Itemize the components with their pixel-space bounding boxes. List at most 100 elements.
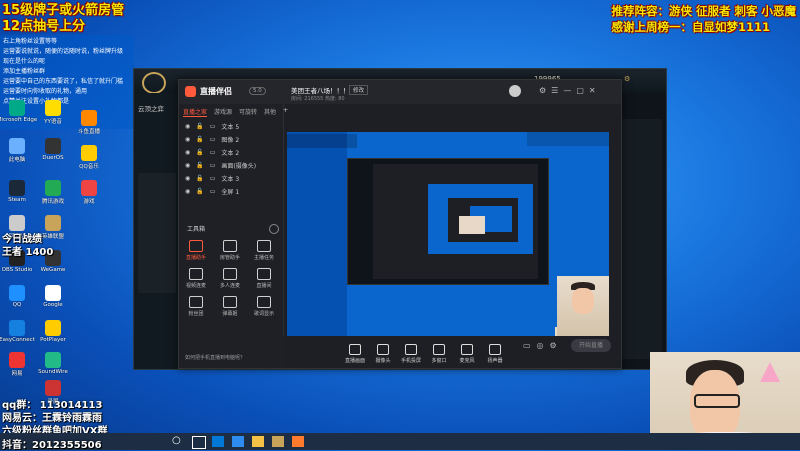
user-avatar[interactable] [509,85,521,97]
info-line: 现在是什么的呢 [3,58,46,65]
app-icon [45,215,61,231]
source-row[interactable]: ◉ 🔓 ▭ 文本 3 [185,174,239,183]
desktop-icon[interactable]: QQ [2,285,32,308]
source-row[interactable]: ◉ 🔓 ▭ 全屏 1 [185,187,239,196]
tool-item[interactable]: 直播间 [251,268,277,289]
app-icon [9,215,25,231]
task-view-icon[interactable] [192,436,206,449]
control-label: 扬声器 [487,358,503,364]
eye-icon[interactable]: ◉ [185,175,190,182]
desktop-icon[interactable]: YY语音 [38,100,68,125]
eye-icon[interactable]: ◉ [185,162,190,169]
desktop-icon-label: 此电脑 [8,157,26,163]
game-tab-tft[interactable]: 云顶之弈 [138,103,164,113]
desktop-icon[interactable]: 英雄联盟 [38,215,68,240]
desktop-icon[interactable]: SoundWire [38,352,68,375]
app-icon [45,380,61,396]
bottom-control[interactable]: 扬声器 [481,344,509,364]
game-sidebar: 云顶之弈 [134,93,182,369]
lock-icon[interactable]: 🔓 [196,188,203,195]
tool-item[interactable]: 视频连麦 [183,268,209,289]
desktop-icon[interactable]: Google [38,285,68,308]
tool-label: 歌词显示 [253,311,274,317]
bottom-control[interactable]: 摄像头 [369,344,397,364]
tab-other[interactable]: 其他 [264,107,276,117]
studio-taskbar-icon[interactable] [292,436,304,447]
desktop-icon[interactable]: 网易 [2,352,32,377]
desktop-icon-label: DuerOS [42,155,64,161]
tool-item[interactable]: 主播任务 [251,240,277,261]
tool-item[interactable]: 弹幕姬 [217,296,243,317]
eye-icon[interactable]: ◉ [185,149,190,156]
desktop-icon[interactable]: Microsoft Edge [0,100,37,123]
source-row[interactable]: ◉ 🔓 ▭ 文本 5 [185,122,239,131]
app-icon [45,352,61,368]
desktop-icon-label: SoundWire [38,369,68,375]
bottom-control[interactable]: 麦克风 [453,344,481,364]
desktop-icon-label: WeGame [40,267,66,273]
app-icon [45,180,61,196]
toolbox-settings-icon[interactable] [269,224,279,234]
source-row[interactable]: ◉ 🔓 ▭ 文本 2 [185,148,239,157]
lol-logo-icon [142,72,166,94]
start-live-button[interactable]: 开始直播 [571,339,611,352]
footer-tip[interactable]: 如何把手机直播到电脑呢？ [185,354,245,361]
source-row[interactable]: ◉ 🔓 ▭ 画面(摄像头) [185,161,256,170]
tool-item[interactable]: 多人连麦 [217,268,243,289]
lol-taskbar-icon[interactable] [272,436,284,447]
bottom-control[interactable]: 多窗口 [425,344,453,364]
bottom-extra-icons[interactable]: ▭◎⚙ [523,341,563,350]
eye-icon[interactable]: ◉ [185,136,190,143]
lock-icon[interactable]: 🔓 [196,175,203,182]
desktop-icon[interactable]: DuerOS [38,138,68,161]
app-icon [81,145,97,161]
desktop-icon[interactable]: 游戏 [74,180,104,205]
preview-top-right-text [527,132,609,146]
desktop-icon-label: EasyConnect [0,337,35,343]
streaming-studio-window[interactable]: 直播伴侣 5.0 美团王者八场！！！ 修改 房间: 216555 热度: 80 … [178,79,622,369]
search-icon[interactable]: ○ [172,435,181,446]
version-badge[interactable]: 5.0 [249,87,266,95]
preview-webcam-overlay [557,276,609,336]
store-icon[interactable] [232,436,244,447]
tool-item[interactable]: 房管助手 [217,240,243,261]
edge-icon[interactable] [212,436,224,447]
tool-label: 粉丝团 [188,311,204,317]
lock-icon[interactable]: 🔓 [196,162,203,169]
bottom-control[interactable]: 直播画面 [341,344,369,364]
desktop-icon[interactable]: 斗鱼直播 [74,110,104,135]
tool-item[interactable]: 直播助手 [183,240,209,261]
eye-icon[interactable]: ◉ [185,123,190,130]
lock-icon[interactable]: 🔓 [196,149,203,156]
source-type-icon: ▭ [209,136,216,143]
tool-icon [189,296,203,308]
tab-rotate[interactable]: 可旋转 [239,107,257,117]
bottom-control[interactable]: 手机投屏 [397,344,425,364]
desktop-icon[interactable]: 腾讯游戏 [38,180,68,205]
explorer-icon[interactable] [252,436,264,447]
desktop-icon-label: QQ [12,302,22,308]
desktop-icon[interactable]: EasyConnect [0,320,35,343]
app-icon [45,320,61,336]
add-scene-icon[interactable]: + [283,107,288,117]
eye-icon[interactable]: ◉ [185,188,190,195]
tool-icon [223,240,237,252]
lock-icon[interactable]: 🔓 [196,123,203,130]
source-row[interactable]: ◉ 🔓 ▭ 图像 2 [185,135,239,144]
tab-game-source[interactable]: 游戏源 [214,107,232,117]
control-icon [489,344,501,355]
tab-live-home[interactable]: 直播之家 [183,107,208,117]
desktop-icon[interactable]: QQ音乐 [74,145,104,170]
lock-icon[interactable]: 🔓 [196,136,203,143]
game-menu-icon[interactable]: ⚙ [624,75,630,83]
window-controls[interactable]: ⚙☰—▢✕ [539,86,601,95]
tool-item[interactable]: 歌词显示 [251,296,277,317]
desktop-icon[interactable]: 此电脑 [2,138,32,163]
tool-item[interactable]: 粉丝团 [183,296,209,317]
desktop-icon[interactable]: PotPlayer [38,320,68,343]
desktop-icon[interactable]: Steam [2,180,32,203]
control-label: 手机投屏 [400,358,421,364]
game-friend-list [622,119,662,359]
edit-title-button[interactable]: 修改 [349,85,369,95]
tool-label: 多人连麦 [219,283,240,289]
